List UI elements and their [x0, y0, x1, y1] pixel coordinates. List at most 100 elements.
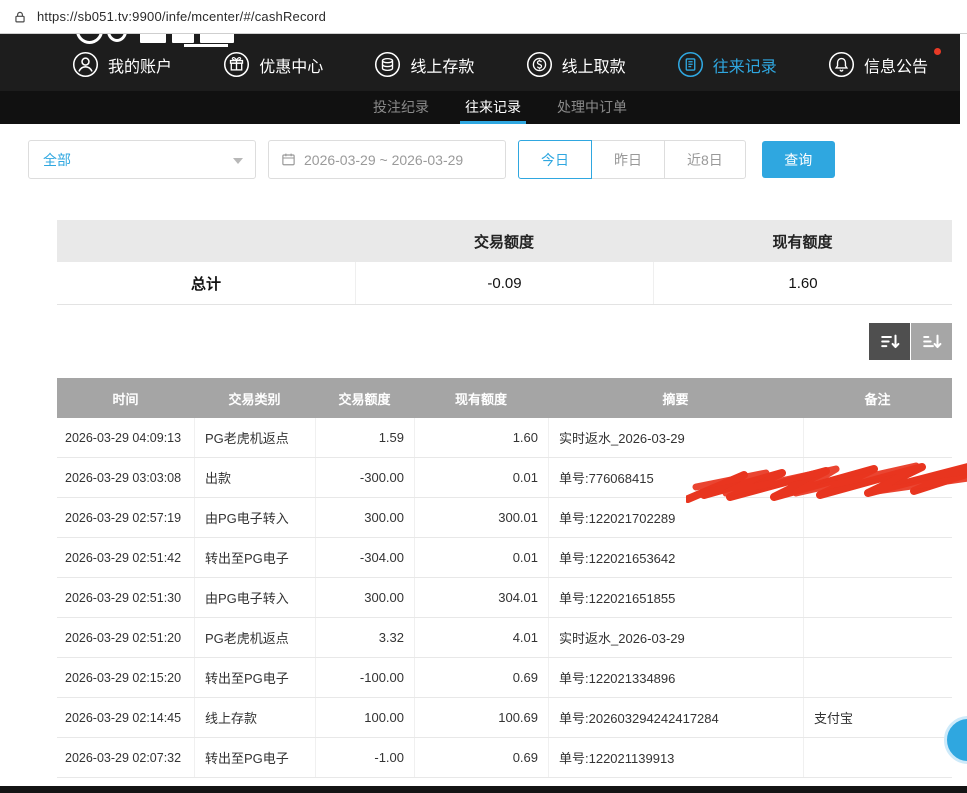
transfer-record-icon: [677, 51, 704, 78]
table-row: 2026-03-29 02:57:19由PG电子转入300.00300.01单号…: [57, 498, 952, 538]
cell-remark: [803, 498, 952, 537]
summary-table: 交易额度 现有额度 总计 -0.09 1.60: [57, 220, 952, 305]
cell-summary: 单号:122021653642: [548, 538, 803, 577]
type-select[interactable]: 全部: [28, 140, 256, 179]
chevron-down-icon: [233, 151, 243, 169]
tab-cash-records[interactable]: 往来记录: [465, 91, 521, 124]
nav-label: 我的账户: [108, 53, 172, 77]
table-header-cell: 备注: [803, 378, 952, 418]
lock-icon: [13, 10, 27, 24]
cell-remark: [803, 578, 952, 617]
cell-time: 2026-03-29 02:51:20: [57, 618, 194, 657]
summary-header-empty: [57, 220, 355, 262]
cell-summary: 单号:122021334896: [548, 658, 803, 697]
table-row: 2026-03-29 02:51:20PG老虎机返点3.324.01实时返水_2…: [57, 618, 952, 658]
cell-balance: 0.69: [414, 658, 548, 697]
cell-remark: [803, 738, 952, 777]
cell-time: 2026-03-29 02:51:30: [57, 578, 194, 617]
cell-remark: [803, 538, 952, 577]
table-row: 2026-03-29 02:14:45线上存款100.00100.69单号:20…: [57, 698, 952, 738]
sort-ascending-button[interactable]: [911, 323, 952, 360]
deposit-coins-icon: [374, 51, 401, 78]
cell-time: 2026-03-29 02:07:32: [57, 738, 194, 777]
query-button[interactable]: 查询: [762, 141, 835, 178]
cell-balance: 4.01: [414, 618, 548, 657]
summary-header-row: 交易额度 现有额度: [57, 220, 952, 262]
logo-shape: [140, 34, 166, 43]
cell-type: PG老虎机返点: [194, 618, 315, 657]
cell-amount: 3.32: [315, 618, 414, 657]
sort-controls: [57, 323, 952, 360]
summary-total-row: 总计 -0.09 1.60: [57, 262, 952, 305]
cell-summary: 单号:202603294242417284: [548, 698, 803, 737]
cell-type: PG老虎机返点: [194, 418, 315, 457]
browser-address-bar[interactable]: https://sb051.tv:9900/infe/mcenter/#/cas…: [0, 0, 967, 34]
cell-type: 由PG电子转入: [194, 578, 315, 617]
today-button[interactable]: 今日: [518, 140, 592, 179]
summary-total-label: 总计: [57, 262, 355, 304]
cell-amount: -100.00: [315, 658, 414, 697]
sort-descending-button[interactable]: [869, 323, 910, 360]
summary-header-transaction: 交易额度: [355, 220, 653, 262]
summary-header-balance: 现有额度: [653, 220, 952, 262]
tab-pending-orders[interactable]: 处理中订单: [557, 91, 627, 124]
nav-item-account[interactable]: 我的账户: [72, 51, 172, 78]
cell-time: 2026-03-29 02:15:20: [57, 658, 194, 697]
cell-remark: [803, 458, 952, 497]
table-header-cell: 交易额度: [315, 378, 414, 418]
nav-item-promotions[interactable]: 优惠中心: [223, 51, 323, 78]
cell-amount: -300.00: [315, 458, 414, 497]
nav-item-records[interactable]: 往来记录: [677, 51, 777, 78]
tab-bet-records[interactable]: 投注纪录: [373, 91, 429, 124]
cell-amount: -1.00: [315, 738, 414, 777]
logo-shape: [172, 34, 194, 43]
site-header: 我的账户 优惠中心 线上存款 线上取款 往来记录 信息公告: [0, 34, 960, 91]
cell-remark: [803, 658, 952, 697]
table-header-cell: 摘要: [548, 378, 803, 418]
bottom-bar: [0, 786, 967, 793]
cell-type: 线上存款: [194, 698, 315, 737]
nav-label: 优惠中心: [259, 53, 323, 77]
cell-summary: 单号:122021651855: [548, 578, 803, 617]
cell-time: 2026-03-29 03:03:08: [57, 458, 194, 497]
logo-shape: [76, 34, 103, 44]
last8days-button[interactable]: 近8日: [664, 140, 746, 179]
cell-type: 出款: [194, 458, 315, 497]
table-row: 2026-03-29 04:09:13PG老虎机返点1.591.60实时返水_2…: [57, 418, 952, 458]
logo-shape: [107, 34, 127, 42]
cell-time: 2026-03-29 02:51:42: [57, 538, 194, 577]
site-logo[interactable]: [76, 34, 266, 48]
cell-type: 转出至PG电子: [194, 658, 315, 697]
cell-summary: 单号:122021139913: [548, 738, 803, 777]
cell-time: 2026-03-29 04:09:13: [57, 418, 194, 457]
nav-item-notice[interactable]: 信息公告: [828, 51, 928, 78]
cell-remark: [803, 418, 952, 457]
cell-balance: 300.01: [414, 498, 548, 537]
quick-range-group: 今日昨日近8日: [518, 140, 746, 179]
cell-summary: 单号:122021702289: [548, 498, 803, 537]
cell-amount: 100.00: [315, 698, 414, 737]
withdraw-coin-icon: [526, 51, 553, 78]
cell-type: 转出至PG电子: [194, 538, 315, 577]
summary-transaction-total: -0.09: [355, 262, 653, 304]
records-table-body: 2026-03-29 04:09:13PG老虎机返点1.591.60实时返水_2…: [57, 418, 952, 778]
cell-balance: 0.01: [414, 538, 548, 577]
cell-time: 2026-03-29 02:57:19: [57, 498, 194, 537]
records-table-header: 时间交易类别交易额度现有额度摘要备注: [57, 378, 952, 418]
cell-summary: 实时返水_2026-03-29: [548, 618, 803, 657]
nav-item-withdraw[interactable]: 线上取款: [526, 51, 626, 78]
date-range-input[interactable]: 2026-03-29 ~ 2026-03-29: [268, 140, 506, 179]
calendar-icon: [281, 152, 296, 167]
cell-remark: [803, 618, 952, 657]
type-select-value: 全部: [43, 150, 71, 170]
nav-item-deposit[interactable]: 线上存款: [374, 51, 474, 78]
date-range-value: 2026-03-29 ~ 2026-03-29: [304, 152, 463, 168]
summary-balance-total: 1.60: [653, 262, 952, 304]
table-row: 2026-03-29 02:15:20转出至PG电子-100.000.69单号:…: [57, 658, 952, 698]
table-header-cell: 交易类别: [194, 378, 315, 418]
main-nav: 我的账户 优惠中心 线上存款 线上取款 往来记录 信息公告: [72, 51, 928, 78]
url-text[interactable]: https://sb051.tv:9900/infe/mcenter/#/cas…: [37, 9, 326, 24]
table-row: 2026-03-29 02:51:42转出至PG电子-304.000.01单号:…: [57, 538, 952, 578]
logo-shape: [200, 34, 234, 43]
yesterday-button[interactable]: 昨日: [591, 140, 665, 179]
